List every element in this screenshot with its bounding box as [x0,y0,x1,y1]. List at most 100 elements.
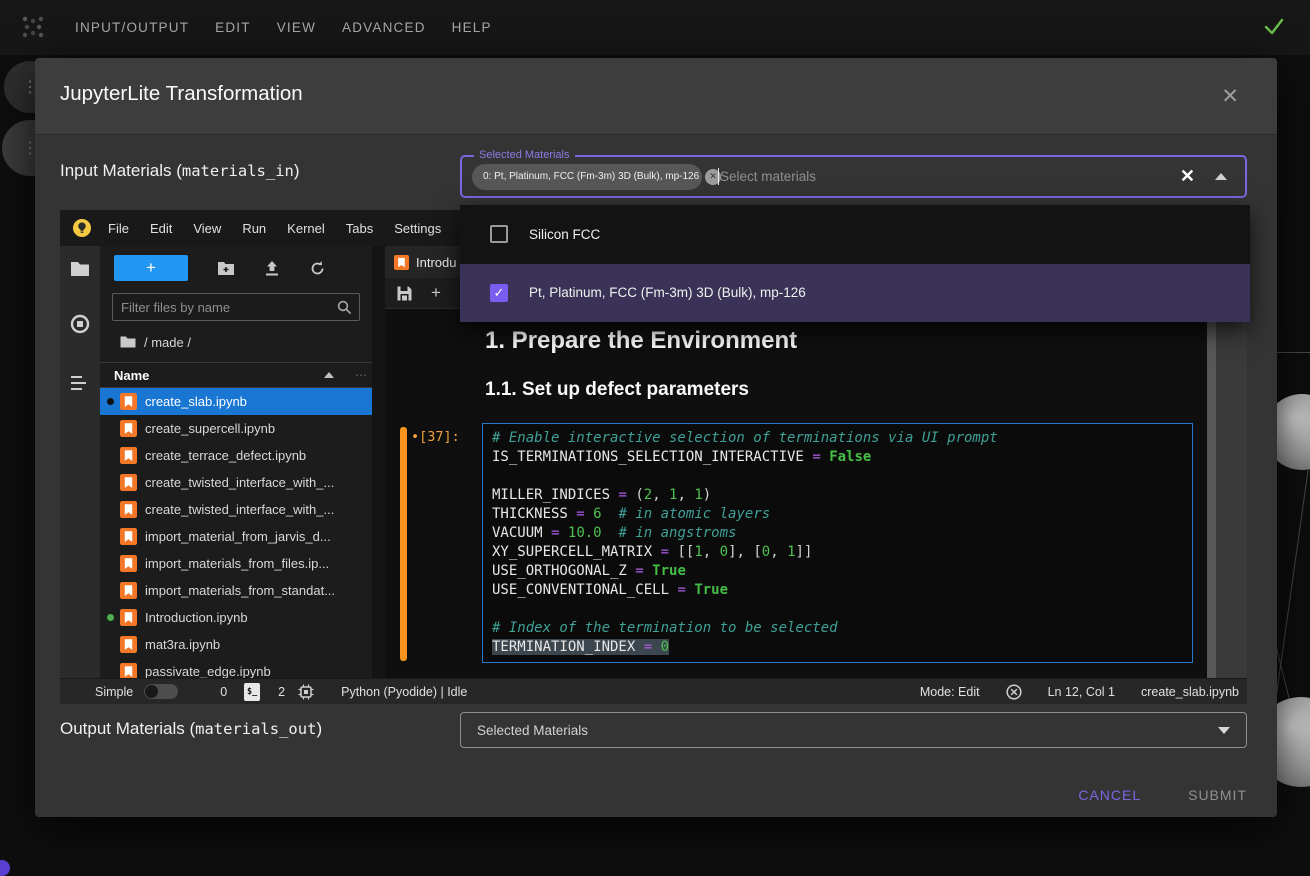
file-name: passivate_edge.ipynb [145,664,271,678]
notebook-scrollbar[interactable] [1207,309,1216,678]
menu-view[interactable]: VIEW [277,20,316,35]
cursor-position[interactable]: Ln 12, Col 1 [1048,685,1115,699]
simple-mode-toggle[interactable] [144,684,178,699]
jupyter-menu-kernel[interactable]: Kernel [287,221,325,236]
code-line: IS_TERMINATIONS_SELECTION_INTERACTIVE = … [492,448,1183,467]
material-option-pt-platinum-fcc-fm-3m-3d-bulk-mp-126[interactable]: ✓Pt, Platinum, FCC (Fm-3m) 3D (Bulk), mp… [460,264,1250,323]
add-cell-icon[interactable]: + [431,283,441,303]
toggle-knob [145,685,158,698]
file-list-header[interactable]: Name ⋯ [100,362,372,388]
jupyter-menu-settings[interactable]: Settings [394,221,441,236]
name-column-header[interactable]: Name [114,368,149,383]
file-row-introduction-ipynb[interactable]: Introduction.ipynb [100,604,372,631]
file-browser-toolbar: + [100,250,372,286]
jupyter-menu-tabs[interactable]: Tabs [346,221,373,236]
file-name: import_materials_from_files.ip... [145,556,329,571]
jupyter-menu-view[interactable]: View [193,221,221,236]
kernel-status[interactable]: Python (Pyodide) | Idle [341,685,467,699]
checkbox-checked-icon[interactable]: ✓ [490,284,508,302]
running-sessions-icon[interactable] [70,314,90,339]
filter-files-box [112,293,360,321]
file-row-create-slab-ipynb[interactable]: create_slab.ipynb [100,388,372,415]
file-row-create-twisted-interface-with[interactable]: create_twisted_interface_with_... [100,496,372,523]
code-line: XY_SUPERCELL_MATRIX = [[1, 0], [0, 1]] [492,543,1183,562]
selected-materials-combobox[interactable]: Selected Materials 0: Pt, Platinum, FCC … [460,155,1247,198]
status-bar-left: Simple 0 $_ 2 Python (Pyodide) | Idle [95,683,467,701]
trust-indicator-icon[interactable] [1006,684,1022,700]
more-options-icon[interactable]: ⋯ [355,368,367,382]
file-row-passivate-edge-ipynb[interactable]: passivate_edge.ipynb [100,658,372,678]
code-line: # Enable interactive selection of termin… [492,429,1183,448]
filter-files-input[interactable] [113,300,337,315]
output-materials-label: Output Materials (materials_out) [60,719,322,739]
kernel-chip-icon[interactable] [298,684,314,700]
new-folder-icon[interactable] [217,260,235,276]
jupyter-menu-edit[interactable]: Edit [150,221,172,236]
success-check-icon [1262,15,1286,42]
jupyter-menu-file[interactable]: File [108,221,129,236]
clear-selection-icon[interactable]: ✕ [1180,166,1195,187]
mode-indicator[interactable]: Mode: Edit [920,685,980,699]
submit-button[interactable]: SUBMIT [1188,787,1247,803]
menu-advanced[interactable]: ADVANCED [342,20,426,35]
tab-label: Introdu [416,255,456,270]
kernel-activity-dot [107,614,114,621]
notebook-content: 1. Prepare the Environment 1.1. Set up d… [385,308,1216,678]
terminal-icon[interactable]: $_ [244,683,260,701]
file-row-create-twisted-interface-with[interactable]: create_twisted_interface_with_... [100,469,372,496]
table-of-contents-icon[interactable] [70,374,90,397]
file-name: import_materials_from_standat... [145,583,335,598]
notebook-icon [120,663,137,678]
panel-splitter[interactable] [372,246,385,678]
active-cell-indicator[interactable] [400,427,407,661]
option-label: Silicon FCC [529,227,600,242]
materials-search-input[interactable]: Select materials [720,169,816,184]
notebook-icon [120,555,137,572]
material-chip[interactable]: 0: Pt, Platinum, FCC (Fm-3m) 3D (Bulk), … [472,164,702,190]
output-select-value: Selected Materials [477,723,588,738]
combobox-label: Selected Materials [474,149,575,161]
notebook-icon [120,447,137,464]
top-menu-bar: INPUT/OUTPUT EDIT VIEW ADVANCED HELP [75,0,492,55]
file-row-import-material-from-jarvis-d[interactable]: import_material_from_jarvis_d... [100,523,372,550]
save-icon[interactable] [397,286,412,301]
cell-edge-line [1272,352,1310,353]
file-row-mat3ra-ipynb[interactable]: mat3ra.ipynb [100,631,372,658]
checkbox-unchecked-icon[interactable] [490,225,508,243]
refresh-icon[interactable] [309,260,326,277]
notebook-heading-1: 1. Prepare the Environment [485,327,797,355]
material-option-silicon-fcc[interactable]: Silicon FCC [460,205,1250,264]
active-filename[interactable]: create_slab.ipynb [1141,685,1239,699]
file-row-create-terrace-defect-ipynb[interactable]: create_terrace_defect.ipynb [100,442,372,469]
upload-icon[interactable] [264,260,280,277]
dialog-header: JupyterLite Transformation ✕ [35,58,1277,135]
background-dot [0,860,10,876]
output-materials-select[interactable]: Selected Materials [460,712,1247,748]
code-cell-editor[interactable]: # Enable interactive selection of termin… [482,423,1193,663]
jupyterlite-logo-icon [72,218,92,243]
file-row-import-materials-from-files-ip[interactable]: import_materials_from_files.ip... [100,550,372,577]
kernel-activity-dot [107,398,114,405]
file-row-create-supercell-ipynb[interactable]: create_supercell.ipynb [100,415,372,442]
app-logo-icon[interactable] [20,14,46,45]
terminal-count: 0 [220,685,227,699]
menu-help[interactable]: HELP [452,20,492,35]
menu-edit[interactable]: EDIT [215,20,251,35]
file-row-import-materials-from-standat[interactable]: import_materials_from_standat... [100,577,372,604]
file-name: create_twisted_interface_with_... [145,502,334,517]
collapse-arrow-icon[interactable] [1215,173,1227,180]
notebook-icon [120,582,137,599]
file-browser-icon[interactable] [70,260,90,283]
jupyter-menu-run[interactable]: Run [242,221,266,236]
new-launcher-button[interactable]: + [114,255,188,281]
breadcrumb[interactable]: / made / [120,330,191,354]
notebook-icon [120,420,137,437]
file-name: create_terrace_defect.ipynb [145,448,306,463]
menu-input-output[interactable]: INPUT/OUTPUT [75,20,189,35]
input-materials-label: Input Materials (materials_in) [60,161,300,181]
cancel-button[interactable]: CANCEL [1078,787,1141,803]
close-icon[interactable]: ✕ [1221,84,1239,109]
notebook-icon [120,636,137,653]
code-line: VACUUM = 10.0 # in angstroms [492,524,1183,543]
jupyter-status-bar: Simple 0 $_ 2 Python (Pyodide) | Idle Mo… [60,678,1247,704]
